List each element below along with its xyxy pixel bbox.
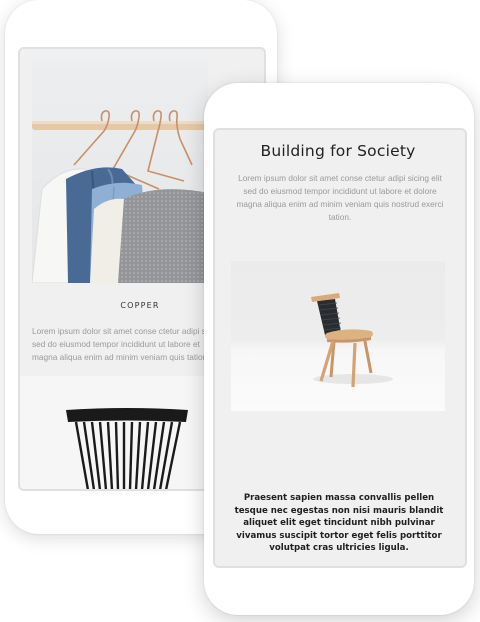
front-phone-screen[interactable]: Building for Society Lorem ipsum dolor s… [213,128,467,568]
clothes-hanger-photo [32,59,208,283]
feature-paragraph: Praesent sapien massa convallis pellen t… [234,493,444,554]
clothes-hanger-illustration [32,110,208,283]
mockup-stage: COPPER Lorem ipsum dolor sit amet conse … [0,0,480,622]
intro-paragraph: Lorem ipsum dolor sit amet conse ctetur … [236,173,444,222]
spindle-chair-back-icon [66,408,188,489]
front-phone-frame: Building for Society Lorem ipsum dolor s… [204,83,474,615]
wooden-chair-photo [231,261,445,411]
wooden-chair-icon [311,293,393,388]
page-title: Building for Society [260,142,416,160]
